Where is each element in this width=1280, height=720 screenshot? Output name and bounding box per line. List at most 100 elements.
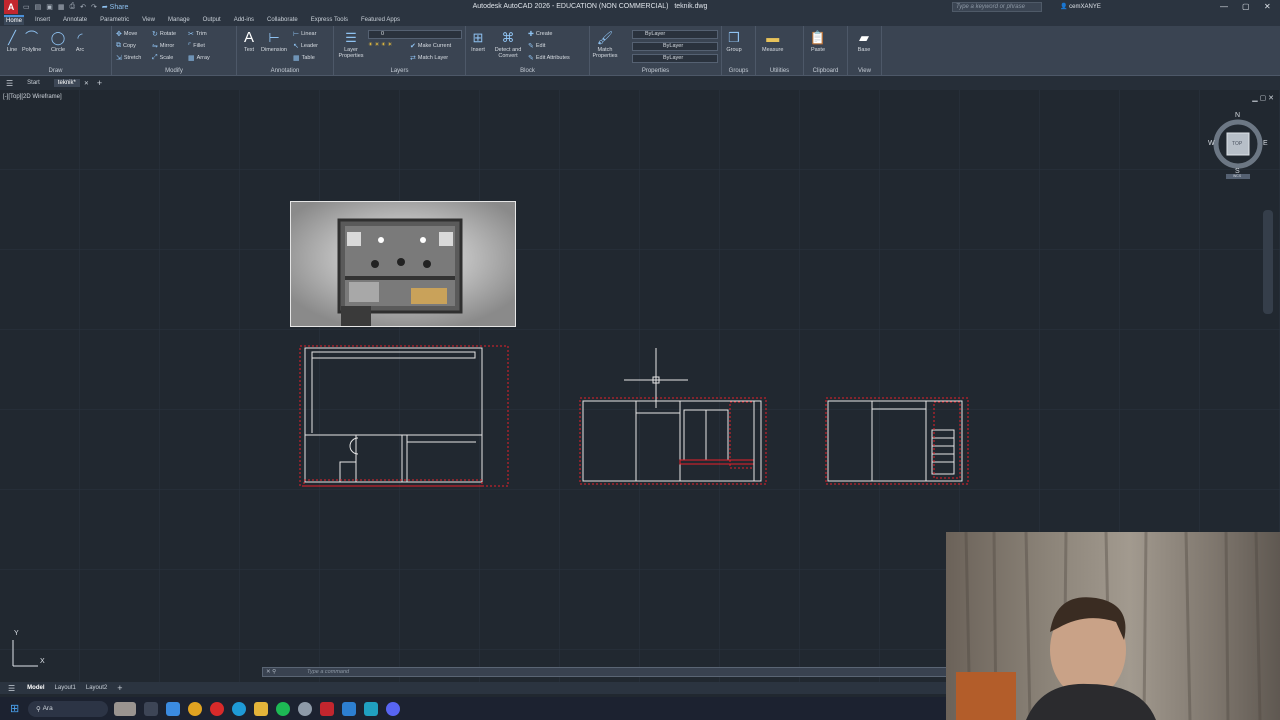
tab-view[interactable]: View bbox=[140, 16, 157, 24]
discord-icon[interactable] bbox=[386, 701, 400, 716]
steam-icon[interactable] bbox=[298, 701, 312, 716]
copy-tool[interactable]: ⧉ Copy bbox=[116, 42, 136, 50]
stretch-tool[interactable]: ⇲ Stretch bbox=[116, 54, 141, 62]
group-tool[interactable]: ❒ Group bbox=[726, 30, 742, 53]
taskbar-search[interactable]: ⚲ Ara bbox=[28, 700, 108, 717]
detect-convert-tool[interactable]: ⌘ Detect and Convert bbox=[492, 30, 524, 59]
vscode-icon[interactable] bbox=[342, 701, 356, 716]
undo-icon[interactable]: ↶ bbox=[80, 3, 86, 11]
tab-home[interactable]: Home bbox=[4, 15, 25, 25]
measure-tool[interactable]: ▬ Measure bbox=[762, 30, 783, 53]
autocad-logo[interactable]: A bbox=[4, 0, 18, 14]
command-line[interactable]: ✕ ⚲ Type a command bbox=[262, 667, 947, 677]
clipboard-panel-label[interactable]: Clipboard bbox=[804, 68, 847, 74]
saveas-icon[interactable]: ▦ bbox=[58, 3, 65, 11]
properties-panel-label[interactable]: Properties bbox=[590, 68, 721, 74]
layer-properties-tool[interactable]: ☰ Layer Properties bbox=[338, 30, 364, 59]
lineweight-combo[interactable]: ByLayer bbox=[632, 54, 718, 63]
arc-tool[interactable]: ◜ Arc bbox=[72, 30, 88, 53]
line-tool[interactable]: ╱ Line bbox=[4, 30, 20, 53]
edit-block-tool[interactable]: ✎ Edit bbox=[528, 42, 545, 50]
array-tool[interactable]: ▦ Array bbox=[188, 54, 210, 62]
minimize-icon[interactable]: — bbox=[1220, 2, 1228, 11]
tab-collaborate[interactable]: Collaborate bbox=[265, 16, 300, 24]
new-icon[interactable]: ▭ bbox=[23, 3, 30, 11]
groups-panel-label[interactable]: Groups bbox=[722, 68, 755, 74]
user-account[interactable]: 👤 cemXANYE bbox=[1060, 3, 1101, 10]
menu-icon[interactable]: ☰ bbox=[6, 79, 13, 88]
layer-combo[interactable]: 0 bbox=[368, 30, 462, 39]
search-input[interactable]: Type a keyword or phrase bbox=[952, 2, 1042, 12]
store-icon[interactable] bbox=[166, 701, 180, 716]
windows-start-icon[interactable]: ⊞ bbox=[10, 702, 19, 715]
open-icon[interactable]: ▤ bbox=[35, 3, 42, 11]
tab-express-tools[interactable]: Express Tools bbox=[309, 16, 350, 24]
tab-teknik[interactable]: teknik* bbox=[53, 79, 80, 87]
task-view-icon[interactable] bbox=[144, 701, 158, 716]
chrome-icon[interactable] bbox=[188, 701, 202, 716]
tab-model[interactable]: Model bbox=[27, 685, 44, 691]
edit-attributes-tool[interactable]: ✎ Edit Attributes bbox=[528, 54, 570, 62]
create-block-tool[interactable]: ✚ Create bbox=[528, 30, 552, 38]
viewcube[interactable]: N S E W TOP WCS bbox=[1208, 110, 1268, 180]
linetype-combo[interactable]: ByLayer bbox=[632, 42, 718, 51]
leader-tool[interactable]: ↖ Leader bbox=[293, 42, 318, 50]
view-panel-label[interactable]: View bbox=[848, 68, 881, 74]
opera-icon[interactable] bbox=[210, 701, 224, 716]
fillet-tool[interactable]: ⌜ Fillet bbox=[188, 42, 205, 50]
spotify-icon[interactable] bbox=[276, 701, 290, 716]
viewcube-face-top[interactable]: TOP bbox=[1232, 141, 1242, 147]
autocad-taskbar-icon[interactable] bbox=[320, 701, 334, 716]
table-tool[interactable]: ▦ Table bbox=[293, 54, 315, 62]
mirror-tool[interactable]: ⇋ Mirror bbox=[152, 42, 174, 50]
make-current-tool[interactable]: ✔ Make Current bbox=[410, 42, 451, 50]
move-tool[interactable]: ✥ Move bbox=[116, 30, 137, 38]
share-button[interactable]: ➦ Share bbox=[102, 3, 129, 11]
layers-panel-label[interactable]: Layers bbox=[334, 68, 465, 74]
edge-icon[interactable] bbox=[232, 701, 246, 716]
layout-menu-icon[interactable]: ☰ bbox=[8, 684, 15, 693]
viewcube-west[interactable]: W bbox=[1208, 140, 1215, 147]
navigation-bar[interactable] bbox=[1263, 210, 1273, 314]
widget-icon[interactable] bbox=[114, 701, 136, 716]
tab-parametric[interactable]: Parametric bbox=[98, 16, 131, 24]
tab-annotate[interactable]: Annotate bbox=[61, 16, 89, 24]
close-tab-icon[interactable]: ✕ bbox=[84, 80, 89, 87]
paste-tool[interactable]: 📋 Paste bbox=[810, 30, 826, 53]
tab-layout1[interactable]: Layout1 bbox=[55, 685, 76, 691]
new-layout-icon[interactable]: + bbox=[117, 683, 122, 693]
tab-addins[interactable]: Add-ins bbox=[232, 16, 256, 24]
tab-start[interactable]: Start bbox=[23, 79, 44, 87]
command-line-close-icon[interactable]: ✕ ⚲ bbox=[266, 669, 276, 675]
maximize-icon[interactable]: ▢ bbox=[1242, 2, 1250, 11]
linear-tool[interactable]: ⊢ Linear bbox=[293, 30, 316, 38]
new-tab-icon[interactable]: + bbox=[97, 78, 102, 88]
draw-panel-label[interactable]: Draw bbox=[0, 68, 111, 74]
base-tool[interactable]: ▰ Base bbox=[856, 30, 872, 53]
color-combo[interactable]: ByLayer bbox=[632, 30, 718, 39]
match-layer-tool[interactable]: ⇄ Match Layer bbox=[410, 54, 448, 62]
scale-tool[interactable]: ⤢ Scale bbox=[152, 54, 173, 62]
polyline-tool[interactable]: ⌒ Polyline bbox=[22, 30, 41, 53]
print-icon[interactable]: ⎙ bbox=[70, 3, 76, 11]
annotation-panel-label[interactable]: Annotation bbox=[237, 68, 333, 74]
tab-insert[interactable]: Insert bbox=[33, 16, 52, 24]
rotate-tool[interactable]: ↻ Rotate bbox=[152, 30, 176, 38]
utilities-panel-label[interactable]: Utilities bbox=[756, 68, 803, 74]
trim-tool[interactable]: ✂ Trim bbox=[188, 30, 207, 38]
tab-layout2[interactable]: Layout2 bbox=[86, 685, 107, 691]
redo-icon[interactable]: ↷ bbox=[91, 3, 97, 11]
insert-tool[interactable]: ⊞ Insert bbox=[470, 30, 486, 53]
viewcube-north[interactable]: N bbox=[1235, 112, 1240, 119]
match-properties-tool[interactable]: 🖌 Match Properties bbox=[592, 30, 618, 59]
circle-tool[interactable]: ◯ Circle bbox=[50, 30, 66, 53]
close-icon[interactable]: ✕ bbox=[1264, 2, 1271, 11]
text-tool[interactable]: A Text bbox=[241, 30, 257, 53]
save-icon[interactable]: ▣ bbox=[46, 3, 53, 11]
command-input[interactable]: Type a command bbox=[307, 669, 349, 675]
explorer-icon[interactable] bbox=[254, 701, 268, 716]
modify-panel-label[interactable]: Modify bbox=[112, 68, 236, 74]
app-icon[interactable] bbox=[364, 701, 378, 716]
dimension-tool[interactable]: ⊢ Dimension bbox=[261, 30, 287, 53]
tab-manage[interactable]: Manage bbox=[166, 16, 192, 24]
